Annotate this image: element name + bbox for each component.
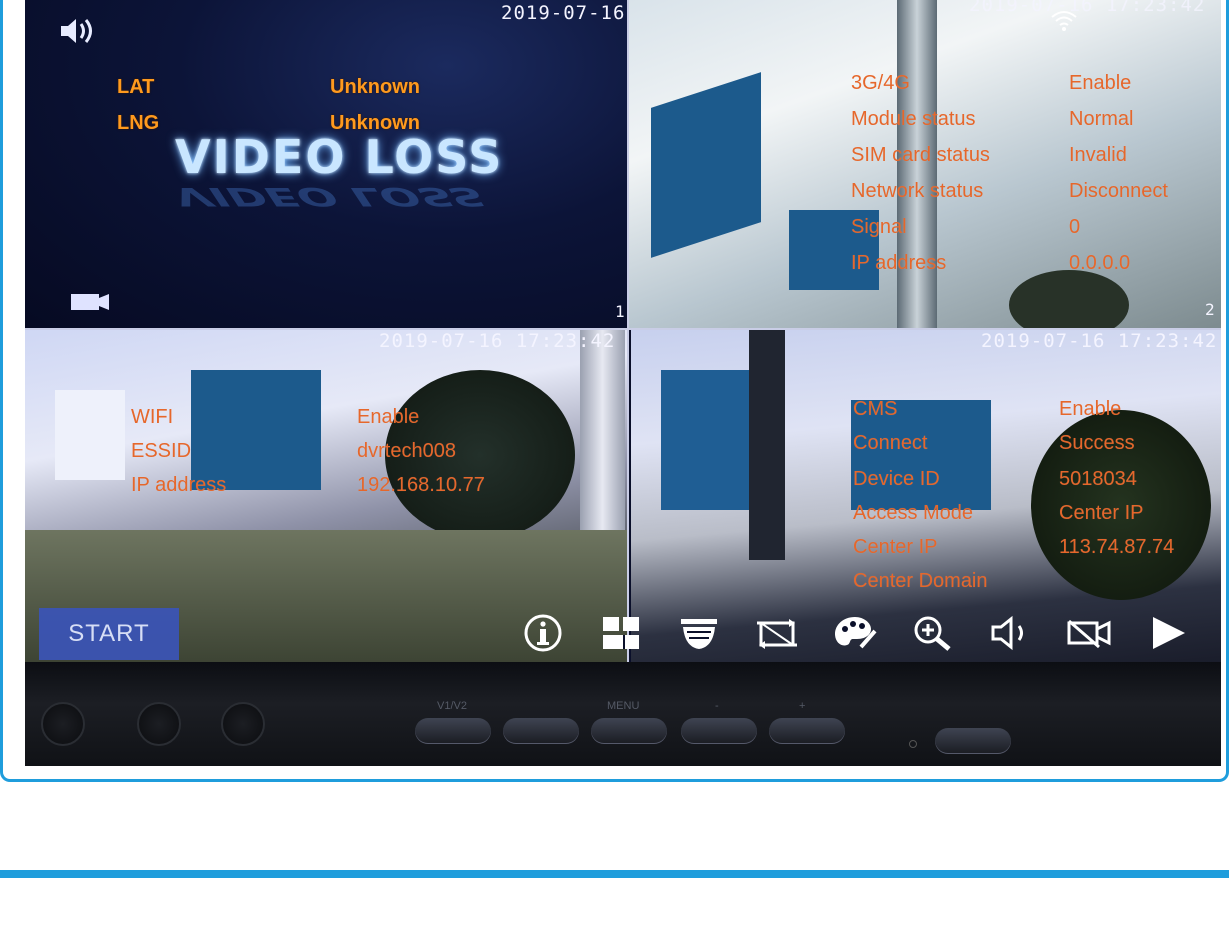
play-icon[interactable] bbox=[1137, 610, 1197, 656]
info-value: Invalid bbox=[1069, 144, 1127, 166]
speaker-icon bbox=[57, 16, 97, 50]
lat-value: Unknown bbox=[330, 76, 420, 98]
video-loss-reflection: VIDEO LOSS bbox=[165, 182, 494, 212]
info-label: IP address bbox=[851, 252, 947, 274]
ptz-dome-icon[interactable] bbox=[669, 610, 729, 656]
info-label: Center IP bbox=[853, 536, 938, 558]
scene-plant bbox=[1009, 270, 1129, 328]
info-label: Access Mode bbox=[853, 502, 974, 524]
timestamp: 2019-07-16 17:23:42 bbox=[379, 330, 616, 352]
info-value: Normal bbox=[1069, 108, 1134, 130]
grid-divider-vertical bbox=[627, 0, 629, 662]
plus-hardware-button[interactable] bbox=[769, 718, 845, 744]
info-value: 192.168.10.77 bbox=[357, 474, 485, 496]
record-off-icon[interactable] bbox=[1059, 610, 1119, 656]
bottom-accent-line bbox=[0, 870, 1229, 878]
camera-pane-2[interactable]: 2019-07-16 17:23:42 3G/4G Enable Module … bbox=[629, 0, 1221, 328]
info-label: Center Domain bbox=[853, 570, 988, 592]
channel-number: 1 bbox=[615, 302, 626, 321]
osd-toolbar bbox=[513, 610, 1197, 656]
panel-knob bbox=[137, 702, 181, 746]
power-led bbox=[909, 740, 917, 748]
info-value: Enable bbox=[1069, 72, 1132, 94]
grid-divider-horizontal bbox=[25, 328, 1221, 330]
info-value: Center IP bbox=[1059, 502, 1144, 524]
channel-number: 2 bbox=[1205, 300, 1216, 319]
start-button[interactable]: START bbox=[39, 608, 179, 660]
zoom-in-icon[interactable] bbox=[903, 610, 963, 656]
info-value: Enable bbox=[1059, 398, 1122, 420]
info-icon[interactable] bbox=[513, 610, 573, 656]
power-hardware-button[interactable] bbox=[935, 728, 1011, 754]
info-label: IP address bbox=[131, 474, 227, 496]
lat-label: LAT bbox=[117, 76, 155, 98]
v1v2-hardware-button[interactable] bbox=[415, 718, 491, 744]
panel-button-label: V1/V2 bbox=[437, 700, 467, 712]
menu-hardware-button[interactable] bbox=[591, 718, 667, 744]
dvr-screen: 2019-07-16 17:23:42 LAT Unknown LNG Unkn… bbox=[25, 0, 1221, 662]
scene-door bbox=[749, 330, 785, 560]
panel-knob bbox=[221, 702, 265, 746]
return-hardware-button[interactable] bbox=[503, 718, 579, 744]
timestamp: 2019-07-16 17:23:42 bbox=[501, 2, 627, 24]
info-label: ESSID bbox=[131, 440, 192, 462]
dvr-front-panel: V1/V2 MENU - + bbox=[25, 662, 1221, 766]
info-label: 3G/4G bbox=[851, 72, 910, 94]
info-value: Success bbox=[1059, 432, 1135, 454]
cycle-icon[interactable] bbox=[747, 610, 807, 656]
panel-button-label: MENU bbox=[607, 700, 640, 712]
info-value: Disconnect bbox=[1069, 180, 1168, 202]
info-label: WIFI bbox=[131, 406, 174, 428]
info-value: 0 bbox=[1069, 216, 1081, 238]
timestamp: 2019-07-16 17:23:42 bbox=[981, 330, 1218, 352]
scene-window bbox=[191, 370, 321, 490]
info-label: Connect bbox=[853, 432, 928, 454]
panel-button-label: - bbox=[715, 700, 719, 712]
info-label: Device ID bbox=[853, 468, 940, 490]
timestamp: 2019-07-16 17:23:42 bbox=[969, 0, 1206, 16]
panel-knob bbox=[41, 702, 85, 746]
info-value: dvrtech008 bbox=[357, 440, 456, 462]
camera-icon bbox=[69, 290, 111, 318]
info-label: Signal bbox=[851, 216, 907, 238]
device-photo-frame: 2019-07-16 17:23:42 LAT Unknown LNG Unkn… bbox=[0, 0, 1229, 782]
color-palette-icon[interactable] bbox=[825, 610, 885, 656]
info-label: Network status bbox=[851, 180, 984, 202]
layout-icon[interactable] bbox=[591, 610, 651, 656]
info-label: SIM card status bbox=[851, 144, 990, 166]
scene-window bbox=[55, 390, 125, 480]
scene-window bbox=[651, 72, 761, 258]
info-value: 5018034 bbox=[1059, 468, 1137, 490]
video-loss-logo: VIDEO LOSS VIDEO LOSS bbox=[165, 130, 535, 220]
camera-pane-1[interactable]: 2019-07-16 17:23:42 LAT Unknown LNG Unkn… bbox=[25, 0, 627, 328]
panel-button-label: + bbox=[799, 700, 806, 712]
volume-icon[interactable] bbox=[981, 610, 1041, 656]
info-label: CMS bbox=[853, 398, 898, 420]
info-value: 113.74.87.74 bbox=[1059, 536, 1175, 558]
info-label: Module status bbox=[851, 108, 976, 130]
lng-label: LNG bbox=[117, 112, 160, 134]
info-value: Enable bbox=[357, 406, 420, 428]
info-value: 0.0.0.0 bbox=[1069, 252, 1131, 274]
scene-window bbox=[661, 370, 751, 510]
video-loss-text: VIDEO LOSS bbox=[175, 130, 504, 184]
minus-hardware-button[interactable] bbox=[681, 718, 757, 744]
